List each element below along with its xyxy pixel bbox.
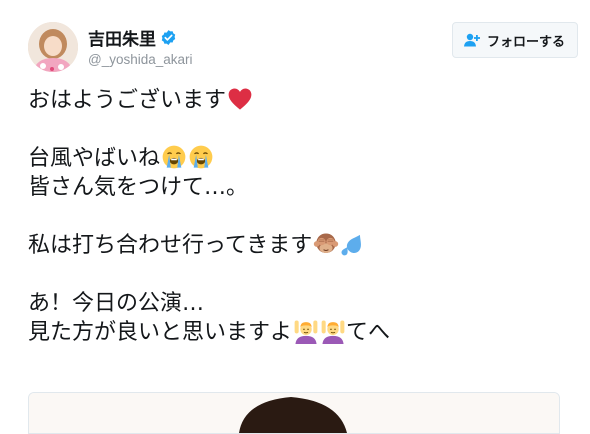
- verified-badge-icon: [160, 29, 177, 46]
- tweet-header: 吉田朱里 @_yoshida_akari フォローする: [28, 22, 578, 74]
- tweet-line: 台風やばいね: [28, 144, 570, 173]
- add-user-icon: [463, 33, 480, 47]
- user-handle[interactable]: @_yoshida_akari: [88, 52, 193, 67]
- follow-button-label: フォローする: [486, 34, 565, 50]
- tweet-media-image[interactable]: [28, 392, 560, 434]
- sweat-droplets-emoji-icon: [340, 231, 366, 257]
- tweet-line: 見た方が良いと思いますよ てへ: [28, 318, 391, 345]
- tweet-text: おはようございます 台風やばいね 皆さん気をつけて…。 私は打ち合わせ行ってきま…: [28, 86, 570, 376]
- user-name-block: 吉田朱里 @_yoshida_akari: [88, 24, 193, 68]
- user-avatar[interactable]: [28, 22, 78, 72]
- see-no-evil-monkey-emoji-icon: [313, 231, 339, 257]
- tweet-line: あ！今日の公演…: [28, 291, 205, 316]
- tweet-line: 私は打ち合わせ行ってきます: [28, 231, 570, 260]
- woman-raising-hands-emoji-icon: [293, 318, 319, 344]
- tweet-line: 皆さん気をつけて…。: [28, 175, 249, 200]
- follow-button[interactable]: フォローする: [451, 22, 578, 58]
- loudly-crying-face-emoji-icon: [188, 144, 214, 170]
- red-heart-emoji-icon: [227, 86, 253, 112]
- loudly-crying-face-emoji-icon: [161, 144, 187, 170]
- woman-raising-hands-emoji-icon: [320, 318, 346, 344]
- tweet-line: おはようございます: [28, 86, 570, 115]
- display-name[interactable]: 吉田朱里: [88, 25, 156, 50]
